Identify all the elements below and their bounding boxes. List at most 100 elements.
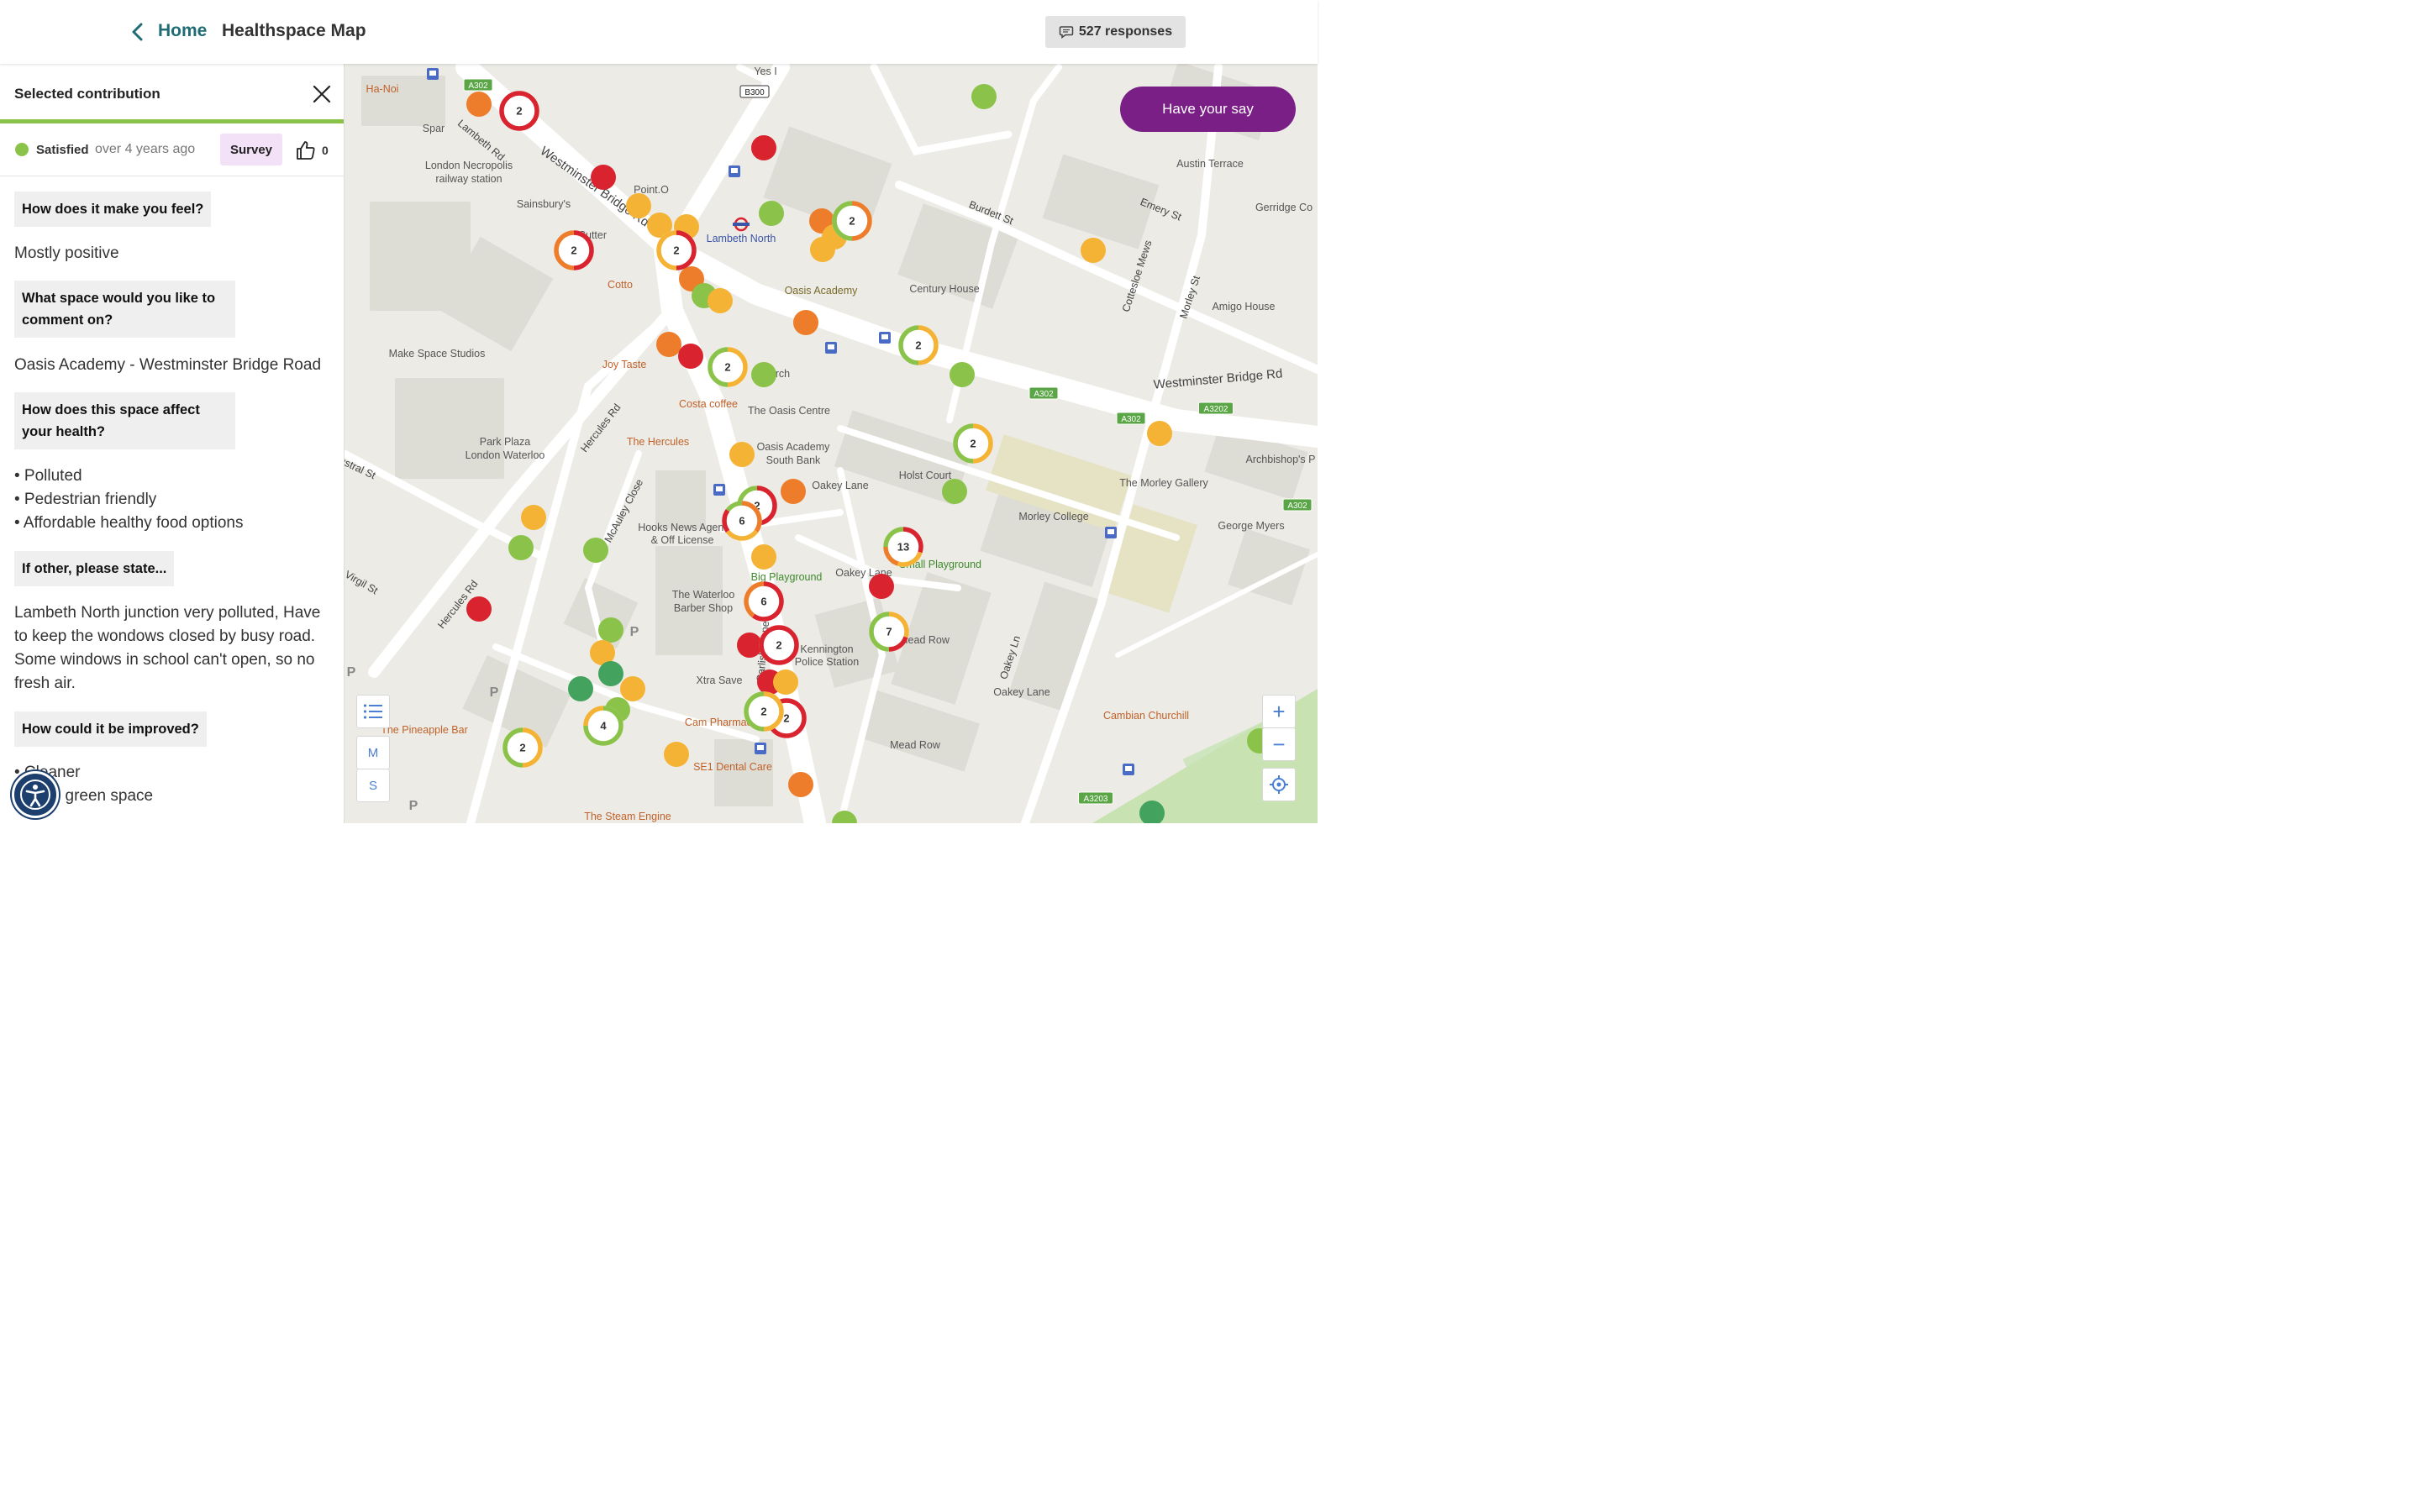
zoom-in-button[interactable]: + xyxy=(1262,695,1296,728)
map-canvas[interactable]: PPPP Ha-NoiSparLondon Necropolisrailway … xyxy=(344,64,1318,823)
contribution-cluster[interactable]: 2 xyxy=(502,727,543,768)
contribution-dot[interactable] xyxy=(751,362,776,387)
question-other: If other, please state... xyxy=(14,551,175,586)
contribution-dot[interactable] xyxy=(568,676,593,701)
contribution-dot[interactable] xyxy=(466,596,492,622)
list-view-button[interactable] xyxy=(356,695,390,728)
contribution-dot[interactable] xyxy=(620,676,645,701)
cluster-count: 2 xyxy=(915,339,921,352)
contribution-dot[interactable] xyxy=(598,617,623,643)
contribution-dot[interactable] xyxy=(773,669,798,695)
contribution-cluster[interactable]: 7 xyxy=(869,612,909,652)
map-label: & Off License xyxy=(651,534,714,546)
contribution-cluster[interactable]: 2 xyxy=(759,625,799,665)
map-label: SE1 Dental Care xyxy=(693,761,772,773)
contribution-cluster[interactable]: 2 xyxy=(953,423,993,464)
contribution-dot[interactable] xyxy=(788,772,813,797)
contribution-dot[interactable] xyxy=(508,535,534,560)
cluster-count: 2 xyxy=(776,639,781,652)
map-label: The Waterloo xyxy=(672,589,735,601)
contribution-dot[interactable] xyxy=(656,332,681,357)
contribution-dot[interactable] xyxy=(737,633,762,658)
contribution-cluster[interactable]: 6 xyxy=(744,581,784,622)
contribution-dot[interactable] xyxy=(708,288,733,313)
transit-icon xyxy=(879,332,891,344)
contribution-cluster[interactable]: 2 xyxy=(744,691,784,732)
contribution-dot[interactable] xyxy=(598,661,623,686)
transit-icon xyxy=(1123,764,1134,775)
page-title: Healthspace Map xyxy=(222,21,366,40)
contribution-dot[interactable] xyxy=(1081,238,1106,263)
contribution-dot[interactable] xyxy=(521,505,546,530)
have-your-say-button[interactable]: Have your say xyxy=(1120,87,1296,132)
survey-badge: Survey xyxy=(220,134,282,165)
contribution-dot[interactable] xyxy=(869,574,894,599)
road-shield: A302 xyxy=(1116,412,1146,425)
contribution-cluster[interactable]: 2 xyxy=(554,230,594,270)
map-label: Century House xyxy=(909,283,979,295)
accessibility-button[interactable] xyxy=(12,771,59,818)
svg-text:A302: A302 xyxy=(468,81,488,91)
cluster-count: 6 xyxy=(739,515,744,528)
responses-button[interactable]: 527 responses xyxy=(1045,16,1186,48)
cluster-count: 2 xyxy=(970,438,976,450)
contribution-panel: Selected contribution Satisfied over 4 y… xyxy=(0,64,345,823)
answer-health-3: • Affordable healthy food options xyxy=(14,514,244,532)
thumbs-up-icon[interactable] xyxy=(296,140,316,160)
map-view[interactable]: PPPP Ha-Noi Spar London Necropolis railway … xyxy=(344,64,1318,823)
question-health: How does this space affect your health? xyxy=(14,392,235,449)
contribution-dot[interactable] xyxy=(729,442,755,467)
contribution-dot[interactable] xyxy=(591,165,616,190)
question-space: What space would you like to comment on? xyxy=(14,281,235,338)
contribution-cluster[interactable]: 2 xyxy=(708,347,748,387)
road-shield: B300 xyxy=(739,85,770,98)
contribution-dot[interactable] xyxy=(664,742,689,767)
road-shield: A3203 xyxy=(1078,791,1113,805)
contribution-dot[interactable] xyxy=(626,193,651,218)
map-label: The Hercules xyxy=(627,436,689,448)
answer-health-1: • Polluted xyxy=(14,467,82,485)
contribution-cluster[interactable]: 2 xyxy=(832,201,872,241)
cluster-count: 6 xyxy=(760,596,766,608)
back-chevron-icon[interactable] xyxy=(128,20,148,44)
transit-icon xyxy=(755,743,766,754)
cluster-count: 2 xyxy=(519,742,525,754)
contribution-cluster[interactable]: 2 xyxy=(898,325,939,365)
transit-icon xyxy=(1105,527,1117,538)
home-link[interactable]: Home xyxy=(158,21,207,41)
contribution-dot[interactable] xyxy=(583,538,608,563)
locate-icon xyxy=(1270,775,1288,794)
contribution-meta: Satisfied over 4 years ago Survey 0 xyxy=(0,123,344,176)
contribution-cluster[interactable]: 2 xyxy=(656,230,697,270)
contribution-cluster[interactable]: 2 xyxy=(499,91,539,131)
locate-button[interactable] xyxy=(1262,768,1296,801)
layer-s-button[interactable]: S xyxy=(356,769,390,802)
contribution-cluster[interactable]: 6 xyxy=(722,501,762,541)
contribution-dot[interactable] xyxy=(793,310,818,335)
zoom-out-button[interactable]: − xyxy=(1262,727,1296,761)
contribution-dot[interactable] xyxy=(950,362,975,387)
contribution-dot[interactable] xyxy=(942,479,967,504)
contribution-dot[interactable] xyxy=(751,135,776,160)
svg-text:B300: B300 xyxy=(744,88,765,97)
map-label: Barber Shop xyxy=(674,602,733,614)
layer-m-button[interactable]: M xyxy=(356,736,390,769)
map-label: London Waterloo xyxy=(466,449,545,461)
contribution-dot[interactable] xyxy=(759,201,784,226)
contribution-dot[interactable] xyxy=(678,344,703,369)
contribution-cluster[interactable]: 13 xyxy=(883,527,923,567)
contribution-dot[interactable] xyxy=(751,544,776,570)
panel-heading: Selected contribution xyxy=(14,86,160,102)
map-label: Hooks News Agent xyxy=(638,522,727,533)
contribution-dot[interactable] xyxy=(466,92,492,117)
contribution-dot[interactable] xyxy=(1147,421,1172,446)
map-label: Gerridge Co xyxy=(1255,202,1313,213)
road-shield: A302 xyxy=(1282,498,1313,512)
map-label: Make Space Studios xyxy=(389,348,486,360)
close-icon[interactable] xyxy=(311,83,333,105)
contribution-dot[interactable] xyxy=(781,479,806,504)
map-label: Costa coffee xyxy=(679,398,738,410)
contribution-dot[interactable] xyxy=(971,84,997,109)
contribution-cluster[interactable]: 4 xyxy=(583,706,623,746)
map-label: Cotto xyxy=(608,279,633,291)
